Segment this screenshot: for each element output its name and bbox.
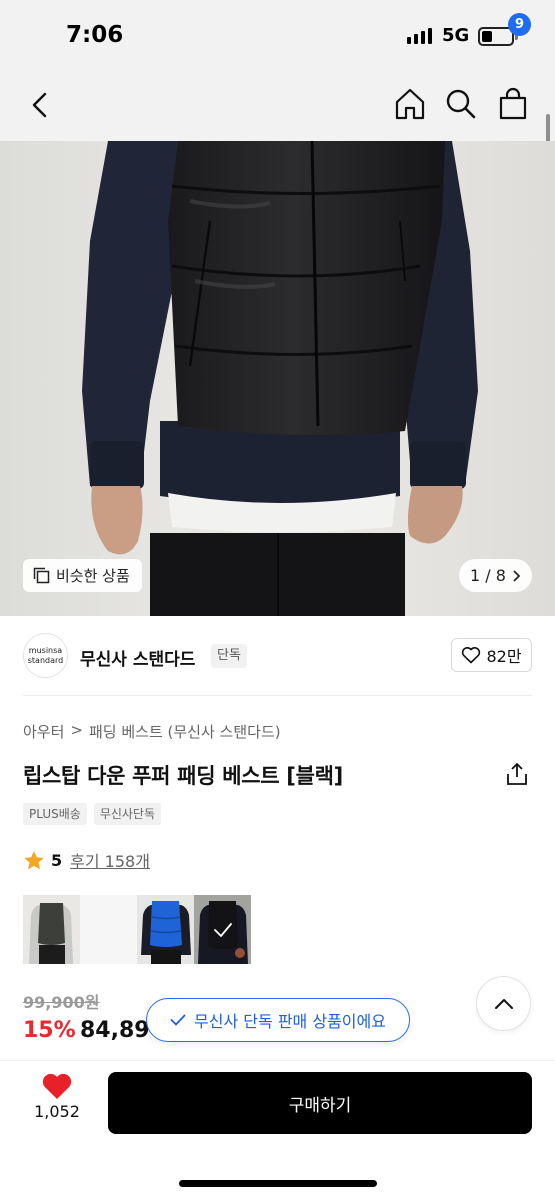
image-counter[interactable]: 1 / 8 — [459, 559, 532, 592]
tag-plus-delivery: PLUS배송 — [23, 803, 87, 825]
cart-badge: 9 — [508, 13, 531, 36]
product-tags: PLUS배송 무신사단독 — [23, 803, 162, 825]
home-indicator — [179, 1180, 377, 1187]
image-counter-label: 1 / 8 — [470, 566, 506, 585]
home-icon[interactable] — [393, 87, 427, 121]
check-icon — [170, 1014, 186, 1026]
cart-icon[interactable] — [496, 87, 530, 121]
similar-products-button[interactable]: 비슷한 상품 — [23, 559, 142, 592]
search-icon[interactable] — [445, 88, 477, 120]
product-image[interactable] — [0, 141, 555, 616]
network-type: 5G — [442, 25, 470, 46]
chevron-up-icon — [494, 998, 513, 1009]
heart-icon — [42, 1073, 72, 1099]
signal-icon — [407, 28, 432, 44]
status-time: 7:06 — [66, 22, 124, 48]
breadcrumb-separator-icon: > — [70, 721, 83, 739]
share-icon[interactable] — [505, 762, 529, 786]
brand-exclusive-tag: 단독 — [211, 644, 247, 668]
heart-outline-icon — [462, 647, 481, 664]
buy-button[interactable]: 구매하기 — [108, 1072, 532, 1134]
reviews-link[interactable]: 후기 158개 — [70, 848, 150, 872]
rating-row: 5 후기 158개 — [23, 848, 150, 872]
brand-logo-line2: standard — [27, 655, 64, 665]
brand-like-button[interactable]: 82만 — [451, 638, 532, 672]
exclusive-toast[interactable]: 무신사 단독 판매 상품이에요 — [146, 998, 410, 1042]
color-option-blue[interactable] — [137, 895, 194, 964]
rating-score: 5 — [51, 850, 63, 870]
brand-logo[interactable]: musinsa standard — [23, 633, 68, 678]
top-nav — [0, 70, 555, 141]
chevron-right-icon — [513, 569, 521, 582]
original-price: 99,900원 — [23, 993, 100, 1012]
breadcrumb-item[interactable]: 아우터 — [23, 721, 64, 742]
color-option-charcoal[interactable] — [23, 895, 80, 964]
brand-name[interactable]: 무신사 스탠다드 — [80, 645, 195, 670]
product-title: 립스탑 다운 푸퍼 패딩 베스트 [블랙] — [23, 764, 343, 788]
exclusive-toast-label: 무신사 단독 판매 상품이에요 — [194, 1012, 386, 1031]
similar-products-label: 비슷한 상품 — [56, 567, 130, 585]
divider — [23, 695, 532, 696]
stack-icon — [33, 567, 50, 584]
tag-exclusive: 무신사단독 — [93, 803, 162, 825]
discount-rate: 15% — [23, 1018, 76, 1043]
color-option-black[interactable] — [194, 895, 251, 964]
back-icon[interactable] — [26, 90, 56, 120]
brand-like-count: 82만 — [486, 647, 522, 666]
scroll-top-button[interactable] — [476, 976, 531, 1031]
color-option-white[interactable] — [80, 895, 137, 964]
wishlist-button[interactable]: 1,052 — [26, 1072, 88, 1121]
product-photo — [0, 141, 555, 616]
star-icon — [24, 850, 44, 869]
wishlist-count: 1,052 — [34, 1102, 80, 1121]
breadcrumb: 아우터 > 패딩 베스트 (무신사 스탠다드) — [23, 721, 281, 742]
status-bar: 7:06 5G — [0, 0, 555, 70]
sale-price: 84,89 — [80, 1018, 150, 1043]
brand-logo-line1: musinsa — [28, 645, 63, 655]
color-options — [23, 895, 251, 964]
breadcrumb-item[interactable]: 패딩 베스트 (무신사 스탠다드) — [89, 721, 281, 742]
